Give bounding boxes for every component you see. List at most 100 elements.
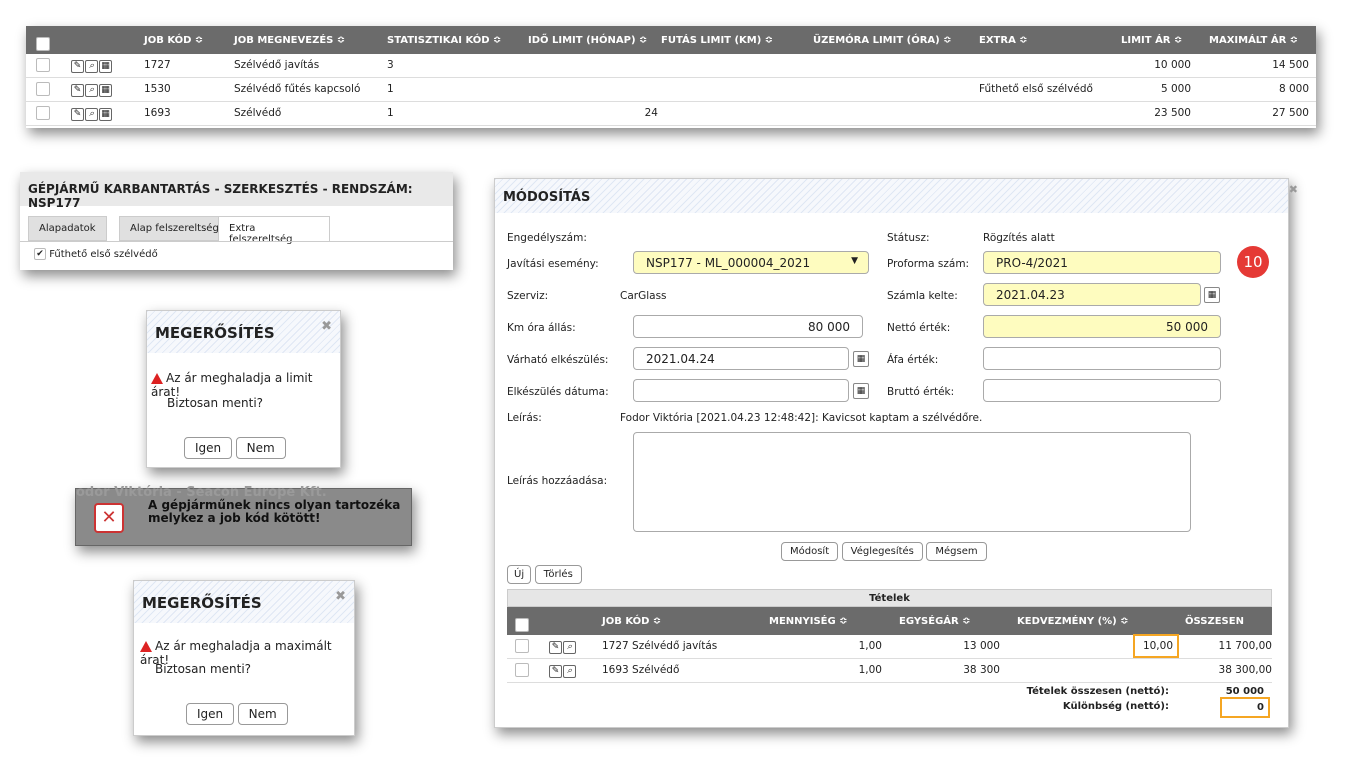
select-all-checkbox[interactable] xyxy=(515,618,529,632)
modify-dialog: MÓDOSÍTÁS ✖ Engedélyszám: Javítási esemé… xyxy=(494,178,1298,728)
select-all-checkbox[interactable] xyxy=(36,37,50,51)
view-icon[interactable]: ⌕ xyxy=(85,60,98,73)
service-value: CarGlass xyxy=(620,290,667,302)
view-icon[interactable]: ⌕ xyxy=(563,641,576,654)
finalize-button[interactable]: Véglegesítés xyxy=(841,542,923,561)
col-discount[interactable]: KEDVEZMÉNY (%) ≎ xyxy=(1017,616,1129,627)
row-checkbox[interactable] xyxy=(36,58,50,72)
edit-icon[interactable]: ✎ xyxy=(549,665,562,678)
item-qty: 1,00 xyxy=(858,640,882,652)
proforma-input[interactable]: PRO-4/2021 xyxy=(983,251,1221,274)
proforma-label: Proforma szám: xyxy=(887,258,970,270)
close-icon[interactable]: ✖ xyxy=(321,319,332,334)
expected-label: Várható elkészülés: xyxy=(507,354,609,366)
modify-button[interactable]: Módosít xyxy=(781,542,839,561)
chevron-down-icon: ▼ xyxy=(851,256,858,266)
item-total: 11 700,00 xyxy=(1218,640,1272,652)
row-checkbox[interactable] xyxy=(36,106,50,120)
view-icon[interactable]: ⌕ xyxy=(85,108,98,121)
job-code: 1727 xyxy=(144,59,171,71)
col-limit-price[interactable]: LIMIT ÁR ≎ xyxy=(1121,35,1182,46)
dialog-title: MÓDOSÍTÁS xyxy=(495,179,1288,213)
no-button[interactable]: Nem xyxy=(237,703,288,725)
calendar-icon[interactable]: ▦ xyxy=(99,84,112,97)
repair-event-select[interactable]: NSP177 - ML_000004_2021 ▼ xyxy=(633,251,869,274)
edit-icon[interactable]: ✎ xyxy=(71,60,84,73)
tab-basic-data[interactable]: Alapadatok xyxy=(28,216,107,241)
dialog-title: MEGERŐSÍTÉS ✖ xyxy=(147,311,340,353)
col-job-name[interactable]: JOB MEGNEVEZÉS ≎ xyxy=(234,35,345,46)
km-label: Km óra állás: xyxy=(507,322,576,334)
col-hours-limit[interactable]: ÜZEMÓRA LIMIT (ÓRA) ≎ xyxy=(813,35,952,46)
expected-date-input[interactable]: 2021.04.24 xyxy=(633,347,849,370)
max-price: 8 000 xyxy=(1278,83,1309,95)
close-icon[interactable]: ✖ xyxy=(1289,183,1298,196)
col-quantity[interactable]: MENNYISÉG ≎ xyxy=(769,616,848,627)
row-checkbox[interactable] xyxy=(36,82,50,96)
repair-event-label: Javítási esemény: xyxy=(507,258,599,270)
permit-label: Engedélyszám: xyxy=(507,232,587,244)
col-run-limit[interactable]: FUTÁS LIMIT (KM) ≎ xyxy=(661,35,773,46)
calendar-icon[interactable]: ▦ xyxy=(853,351,869,367)
delete-button[interactable]: Törlés xyxy=(534,565,582,584)
close-icon[interactable]: ✖ xyxy=(335,589,346,604)
job-code-table: JOB KÓD ≎ JOB MEGNEVEZÉS ≎ STATISZTIKAI … xyxy=(26,26,1316,128)
col-max-price[interactable]: MAXIMÁLT ÁR ≎ xyxy=(1209,35,1298,46)
new-button[interactable]: Új xyxy=(507,565,532,584)
dialog-title-text: MEGERŐSÍTÉS xyxy=(142,594,262,612)
dialog-title-text: MÓDOSÍTÁS xyxy=(503,190,591,205)
repair-event-value: NSP177 - ML_000004_2021 xyxy=(646,256,811,270)
col-job-code[interactable]: JOB KÓD ≎ xyxy=(144,35,203,46)
max-price: 27 500 xyxy=(1272,107,1309,119)
col-total[interactable]: ÖSSZESEN xyxy=(1185,616,1244,627)
diff-label: Különbség (nettó): xyxy=(1062,701,1169,712)
error-line2: melykez a job kód kötött! xyxy=(148,511,321,525)
vehicle-edit-panel: GÉPJÁRMŰ KARBANTARTÁS - SZERKESZTÉS - RE… xyxy=(20,172,453,270)
row-checkbox[interactable] xyxy=(515,663,529,677)
invoice-date-input[interactable]: 2021.04.23 xyxy=(983,283,1201,306)
edit-icon[interactable]: ✎ xyxy=(71,84,84,97)
heated-windshield-checkbox[interactable]: ✔ xyxy=(34,248,46,260)
desc-label: Leírás: xyxy=(507,412,542,424)
col-unit-price[interactable]: EGYSÉGÁR ≎ xyxy=(899,616,971,627)
dialog-message: Az ár meghaladja a limit árat! xyxy=(151,371,313,399)
add-desc-textarea[interactable] xyxy=(633,432,1191,532)
diff-value: 0 xyxy=(1220,697,1270,718)
panel-title: GÉPJÁRMŰ KARBANTARTÁS - SZERKESZTÉS - RE… xyxy=(20,172,453,210)
calendar-icon[interactable]: ▦ xyxy=(99,60,112,73)
tab-extra-equipment[interactable]: Extra felszereltség xyxy=(218,216,330,245)
yes-button[interactable]: Igen xyxy=(186,703,235,725)
job-code: 1693 xyxy=(144,107,171,119)
table-row: ✎ ⌕ ▦ 1727 Szélvédő javítás 3 10 000 14 50… xyxy=(26,54,1316,78)
tab-basic-equipment[interactable]: Alap felszereltség xyxy=(119,216,230,241)
col-time-limit[interactable]: IDŐ LIMIT (HÓNAP) ≎ xyxy=(528,35,647,46)
stat-code: 1 xyxy=(387,83,394,95)
row-checkbox[interactable] xyxy=(515,639,529,653)
calendar-icon[interactable]: ▦ xyxy=(1204,287,1220,303)
extra: Fűthető első szélvédő xyxy=(979,83,1093,95)
warning-icon xyxy=(140,641,152,652)
calendar-icon[interactable]: ▦ xyxy=(853,383,869,399)
item-discount[interactable]: 10,00 xyxy=(1133,634,1179,658)
view-icon[interactable]: ⌕ xyxy=(563,665,576,678)
stat-code: 3 xyxy=(387,59,394,71)
col-job-code[interactable]: JOB KÓD ≎ xyxy=(602,616,661,627)
col-stat-code[interactable]: STATISZTIKAI KÓD ≎ xyxy=(387,35,501,46)
gross-input[interactable] xyxy=(983,379,1221,402)
yes-button[interactable]: Igen xyxy=(184,437,233,459)
error-toast: odor Viktória - Seacon Europe Kft. ✕ A g… xyxy=(75,485,412,546)
col-extra[interactable]: EXTRA ≎ xyxy=(979,35,1028,46)
edit-icon[interactable]: ✎ xyxy=(549,641,562,654)
no-button[interactable]: Nem xyxy=(235,437,286,459)
calendar-icon[interactable]: ▦ xyxy=(99,108,112,121)
view-icon[interactable]: ⌕ xyxy=(85,84,98,97)
confirm-dialog-limit: MEGERŐSÍTÉS ✖ Az ár meghaladja a limit ár… xyxy=(146,310,341,468)
confirm-dialog-max: MEGERŐSÍTÉS ✖ Az ár meghaladja a maximált… xyxy=(133,580,355,736)
km-input[interactable]: 80 000 xyxy=(633,315,863,338)
vat-input[interactable] xyxy=(983,347,1221,370)
net-input[interactable]: 50 000 xyxy=(983,315,1221,338)
edit-icon[interactable]: ✎ xyxy=(71,108,84,121)
limit-price: 5 000 xyxy=(1160,83,1191,95)
completed-date-input[interactable] xyxy=(633,379,849,402)
cancel-button[interactable]: Mégsem xyxy=(926,542,987,561)
